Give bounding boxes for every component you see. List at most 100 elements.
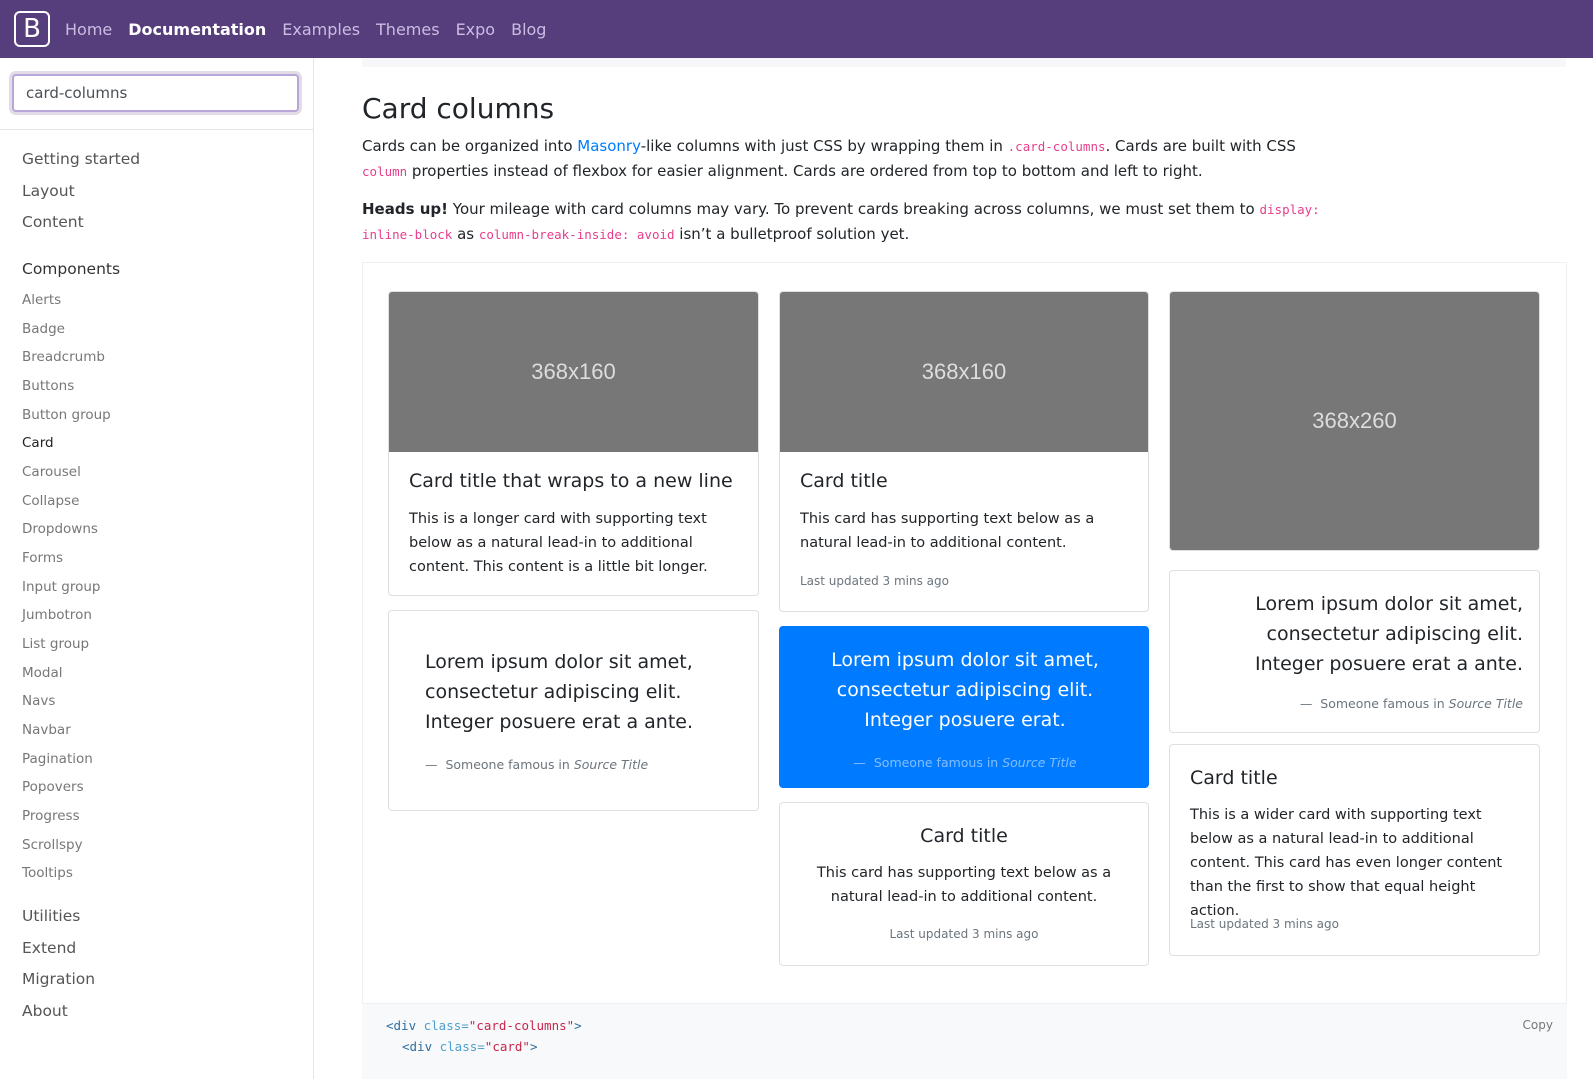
code-tag-end: > — [574, 1018, 582, 1033]
last-updated: Last updated 3 mins ago — [1190, 917, 1339, 931]
sidebar-item-navs[interactable]: Navs — [22, 693, 55, 709]
card-centered: Card title This card has supporting text… — [779, 802, 1149, 966]
code-string: "card" — [484, 1039, 530, 1054]
sidebar-group-about[interactable]: About — [22, 1002, 68, 1020]
sidebar-item-carousel[interactable]: Carousel — [22, 464, 81, 480]
column-break-code: column-break-inside: avoid — [478, 227, 675, 242]
blockquote-footer: — Someone famous in Source Title — [853, 755, 1077, 770]
headsup-text-2: as — [452, 225, 479, 243]
code-tag: <div — [402, 1039, 433, 1054]
sidebar-item-tooltips[interactable]: Tooltips — [22, 865, 73, 881]
card-primary-blockquote: Lorem ipsum dolor sit amet, consectetur … — [779, 626, 1149, 788]
blockquote-footer: — Someone famous in Source Title — [425, 757, 649, 772]
footer-text: Someone famous in — [445, 757, 574, 772]
card-title: Card title — [800, 470, 888, 492]
sidebar-group-components[interactable]: Components — [22, 260, 120, 278]
page-title: Card columns — [362, 92, 555, 125]
intro-text-4: properties instead of flexbox for easier… — [407, 162, 1203, 180]
sidebar-item-breadcrumb[interactable]: Breadcrumb — [22, 349, 105, 365]
card-text: This card has supporting text below as a… — [800, 511, 1095, 551]
footer-cite: Source Title — [1448, 696, 1523, 711]
search-wrapper — [0, 58, 313, 130]
sidebar-group-getting-started[interactable]: Getting started — [22, 150, 140, 168]
card-image-only: 368x260 — [1169, 291, 1540, 551]
footer-text: Someone famous in — [873, 755, 1003, 770]
sidebar-item-progress[interactable]: Progress — [22, 808, 80, 824]
card-text: This is a wider card with supporting tex… — [1190, 807, 1503, 919]
heads-up-label: Heads up! — [362, 200, 448, 218]
card-title: Card title that wraps to a new line — [409, 470, 733, 492]
nav-documentation[interactable]: Documentation — [128, 20, 266, 39]
sidebar-group-extend[interactable]: Extend — [22, 939, 76, 957]
sidebar-group-content[interactable]: Content — [22, 213, 84, 231]
code-line: <div class="card"> — [402, 1039, 537, 1054]
sidebar-group-migration[interactable]: Migration — [22, 970, 95, 988]
card-columns-code: .card-columns — [1007, 139, 1106, 154]
card-text: This is a longer card with supporting te… — [409, 511, 708, 575]
nav-themes[interactable]: Themes — [376, 20, 440, 39]
sidebar-item-popovers[interactable]: Popovers — [22, 779, 84, 795]
card-text: This card has supporting text below as a… — [816, 865, 1112, 905]
blockquote-text: Lorem ipsum dolor sit amet, consectetur … — [831, 649, 1099, 731]
nav-examples[interactable]: Examples — [282, 20, 360, 39]
nav-blog[interactable]: Blog — [511, 20, 546, 39]
bootstrap-logo[interactable]: B — [14, 11, 50, 47]
code-attr: class= — [416, 1018, 469, 1033]
headsup-text-1: Your mileage with card columns may vary.… — [448, 200, 1260, 218]
image-placeholder: 368x260 — [1170, 292, 1539, 550]
sidebar-group-layout[interactable]: Layout — [22, 182, 75, 200]
sidebar-item-scrollspy[interactable]: Scrollspy — [22, 837, 83, 853]
last-updated: Last updated 3 mins ago — [889, 927, 1039, 941]
previous-code-block-edge — [362, 58, 1566, 67]
masonry-link[interactable]: Masonry — [577, 137, 640, 155]
card-wider: Card title This is a wider card with sup… — [1169, 744, 1540, 956]
code-attr: class= — [432, 1039, 485, 1054]
sidebar-item-collapse[interactable]: Collapse — [22, 493, 79, 509]
code-line: <div class="card-columns"> — [386, 1018, 582, 1033]
sidebar-item-list-group[interactable]: List group — [22, 636, 89, 652]
sidebar-group-utilities[interactable]: Utilities — [22, 907, 80, 925]
sidebar-item-jumbotron[interactable]: Jumbotron — [22, 607, 92, 623]
card-blockquote: Lorem ipsum dolor sit amet, consectetur … — [388, 610, 759, 811]
sidebar-item-buttons[interactable]: Buttons — [22, 378, 74, 394]
sidebar-item-alerts[interactable]: Alerts — [22, 292, 61, 308]
sidebar-item-dropdowns[interactable]: Dropdowns — [22, 521, 98, 537]
top-navbar: B Home Documentation Examples Themes Exp… — [0, 0, 1593, 58]
blockquote-text: Lorem ipsum dolor sit amet, consectetur … — [425, 651, 694, 733]
heads-up-paragraph: Heads up! Your mileage with card columns… — [362, 197, 1322, 247]
last-updated: Last updated 3 mins ago — [800, 574, 949, 588]
code-string: "card-columns" — [468, 1018, 575, 1033]
card-right-blockquote: Lorem ipsum dolor sit amet, consectetur … — [1169, 570, 1540, 733]
headsup-text-3: isn’t a bulletproof solution yet. — [674, 225, 910, 243]
footer-text: Someone famous in — [1320, 696, 1449, 711]
card-with-image: 368x160 Card title This card has support… — [779, 291, 1149, 612]
copy-button[interactable]: Copy — [1523, 1018, 1553, 1032]
nav-expo[interactable]: Expo — [456, 20, 496, 39]
sidebar-item-forms[interactable]: Forms — [22, 550, 63, 566]
intro-text-2: -like columns with just CSS by wrapping … — [640, 137, 1008, 155]
intro-text-3: . Cards are built with CSS — [1105, 137, 1296, 155]
nav-home[interactable]: Home — [65, 20, 112, 39]
card-title: Card title — [920, 825, 1008, 847]
sidebar-item-modal[interactable]: Modal — [22, 665, 63, 681]
sidebar-item-badge[interactable]: Badge — [22, 321, 65, 337]
blockquote-text: Lorem ipsum dolor sit amet, consectetur … — [1254, 593, 1523, 675]
image-placeholder: 368x160 — [389, 292, 758, 452]
search-input[interactable] — [12, 74, 299, 112]
card-wrapping-title: 368x160 Card title that wraps to a new l… — [388, 291, 759, 596]
footer-cite: Source Title — [573, 757, 649, 772]
code-example: Copy <div class="card-columns"> <div cla… — [362, 1004, 1567, 1079]
image-placeholder: 368x160 — [780, 292, 1148, 452]
sidebar: Getting started Layout Content Component… — [0, 58, 314, 1079]
code-tag-end: > — [529, 1039, 538, 1054]
sidebar-item-navbar[interactable]: Navbar — [22, 722, 71, 738]
sidebar-item-button-group[interactable]: Button group — [22, 407, 111, 423]
footer-cite: Source Title — [1002, 755, 1077, 770]
sidebar-item-pagination[interactable]: Pagination — [22, 751, 93, 767]
blockquote-footer: — Someone famous in Source Title — [1299, 696, 1523, 711]
sidebar-item-input-group[interactable]: Input group — [22, 579, 100, 595]
intro-text-1: Cards can be organized into — [362, 137, 578, 155]
example-container: 368x160 Card title that wraps to a new l… — [362, 262, 1567, 1004]
sidebar-item-card[interactable]: Card — [22, 435, 54, 451]
intro-paragraph: Cards can be organized into Masonry-like… — [362, 134, 1322, 184]
